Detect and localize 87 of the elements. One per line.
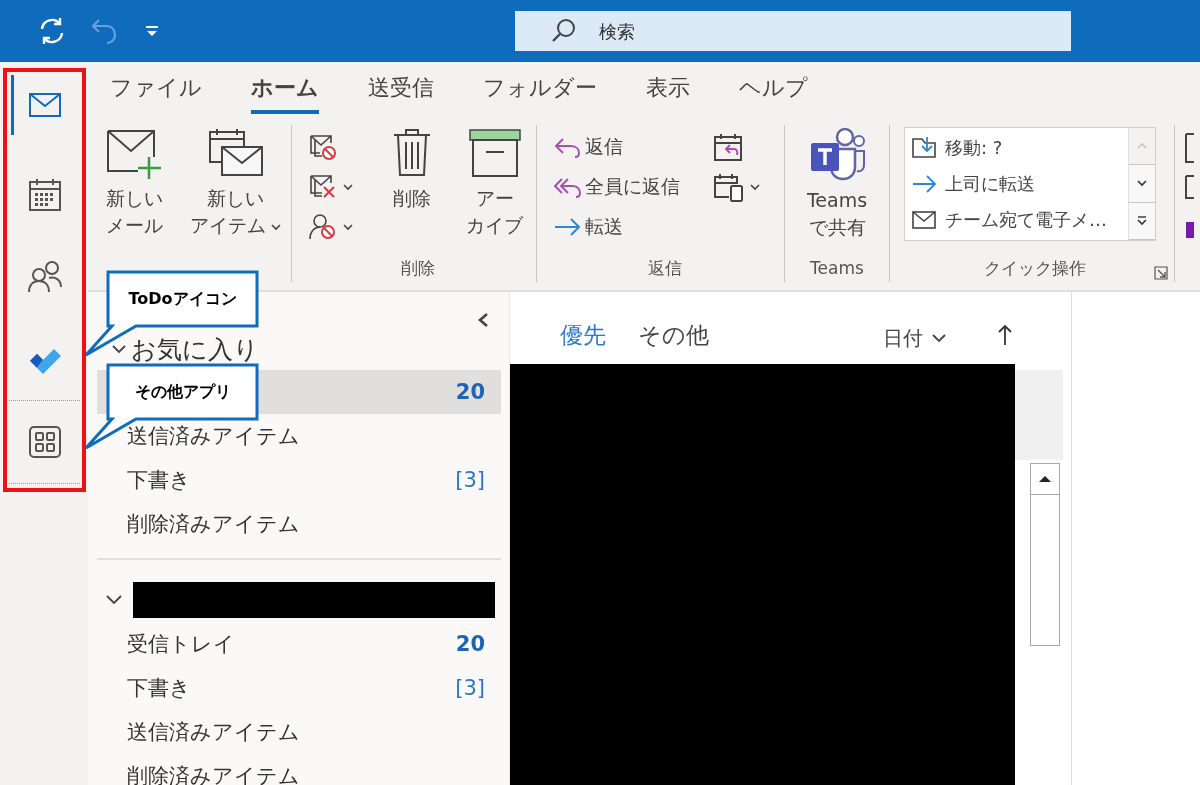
- folder-name: 下書き: [127, 675, 191, 702]
- customize-caret-icon[interactable]: [145, 24, 159, 38]
- collapse-chevron-icon[interactable]: [477, 312, 489, 328]
- group-label: 返信: [647, 256, 682, 280]
- ribbon-tab[interactable]: フォルダー: [483, 65, 597, 114]
- triangle-up-icon: [1038, 475, 1052, 483]
- expand-gallery-button[interactable]: [1129, 202, 1155, 240]
- envelope-block-icon: [308, 133, 338, 161]
- folder-name: 送信済みアイテム: [127, 719, 300, 746]
- ribbon-tab[interactable]: ファイル: [110, 65, 202, 114]
- folder-count: 20: [455, 632, 485, 656]
- button-label: 転送: [585, 214, 623, 239]
- folder-item[interactable]: 下書き [3]: [97, 458, 501, 502]
- inbox-tab[interactable]: その他: [638, 319, 709, 351]
- dialog-launcher-icon[interactable]: [1154, 266, 1168, 280]
- app-grid-icon: [26, 424, 63, 460]
- archive-box-icon: [467, 127, 522, 179]
- group-label: Teams: [810, 258, 864, 278]
- ribbon-button[interactable]: 全員に返信: [553, 174, 695, 200]
- button-label: 返信: [585, 134, 623, 159]
- expand-icon: [1136, 215, 1148, 226]
- caret-icon: [749, 183, 761, 191]
- chevron-down-icon: [111, 343, 127, 355]
- caret-icon: [342, 183, 354, 191]
- arrow-up-icon[interactable]: [997, 324, 1013, 346]
- person-block-icon: [308, 213, 338, 241]
- ribbon-button[interactable]: アー カイブ: [461, 127, 528, 239]
- reply-all-icon: [553, 175, 583, 199]
- favorites-header[interactable]: お気に入り: [97, 328, 501, 370]
- calendar-envelope-icon: [206, 127, 265, 179]
- chevron-down-icon: [931, 333, 947, 343]
- ribbon-button[interactable]: Teams で共有: [793, 127, 881, 241]
- folder-count: [3]: [455, 676, 485, 700]
- folder-name: 下書き: [127, 467, 191, 494]
- trash-icon: [392, 127, 433, 179]
- chevron-up-icon: [1136, 142, 1148, 151]
- folder-item[interactable]: 送信済みアイテム: [97, 414, 501, 458]
- ribbon-button[interactable]: 新しい アイテム: [188, 127, 283, 239]
- ribbon-button[interactable]: 返信: [553, 134, 695, 160]
- search-field[interactable]: 検索: [515, 11, 1071, 51]
- button-label: 新しい メール: [105, 186, 163, 238]
- reply-icon: [553, 135, 583, 159]
- folder-count: [3]: [455, 468, 485, 492]
- button-label: 全員に返信: [585, 174, 680, 199]
- folder-item[interactable]: 下書き [3]: [97, 666, 501, 710]
- chevron-down-icon: [1136, 179, 1148, 188]
- calendar-reply-icon: [713, 132, 745, 162]
- quick-step-label: 移動: ?: [945, 136, 1003, 160]
- folder-item[interactable]: 送信済みアイテム: [97, 710, 501, 754]
- button-label: 新しい アイテム: [189, 185, 282, 239]
- ribbon-button[interactable]: 転送: [553, 214, 695, 240]
- button-label: 削除: [393, 186, 432, 211]
- folder-name: 送信済みアイテム: [127, 423, 300, 450]
- envelope-plus-icon: [105, 127, 164, 179]
- quick-step-item[interactable]: チーム宛て電子メ…: [905, 202, 1128, 238]
- folder-arrow-icon: [911, 135, 937, 161]
- ribbon-tab[interactable]: 表示: [646, 65, 690, 114]
- scrollbar[interactable]: [1030, 463, 1060, 646]
- button-label: Teams で共有: [806, 188, 868, 240]
- folder-name: 受信トレイ: [127, 631, 235, 658]
- calendar-icon: [26, 177, 63, 213]
- search-icon: [551, 18, 577, 44]
- folder-count: 20: [455, 380, 485, 404]
- quick-step-label: チーム宛て電子メ…: [945, 208, 1107, 232]
- quick-step-label: 上司に転送: [945, 172, 1035, 196]
- group-label: 削除: [401, 256, 435, 280]
- scroll-down-button[interactable]: [1129, 165, 1155, 203]
- chevron-down-icon: [105, 594, 123, 606]
- favorites-title: お気に入り: [131, 333, 259, 366]
- teams-logo-icon: [809, 127, 865, 181]
- people-icon: [26, 259, 63, 295]
- ribbon-button[interactable]: 削除: [387, 127, 438, 212]
- quick-step-item[interactable]: 上司に転送: [905, 166, 1128, 202]
- quick-step-item[interactable]: 移動: ?: [905, 130, 1128, 166]
- folder-name: 削除済みアイテム: [127, 511, 300, 538]
- calendar-phone-icon: [713, 172, 745, 202]
- ribbon-tab[interactable]: ヘルプ: [739, 65, 808, 114]
- ribbon-button[interactable]: 新しい メール: [104, 127, 165, 239]
- caret-icon: [342, 223, 354, 231]
- group-label: クイック操作: [984, 256, 1086, 280]
- caret-icon: [269, 222, 282, 231]
- ribbon-tab[interactable]: 送受信: [368, 65, 434, 114]
- folder-item[interactable]: 受信トレイ 20: [97, 622, 501, 666]
- sort-button[interactable]: 日付: [883, 324, 947, 352]
- button-label: アー カイブ: [466, 186, 524, 238]
- folder-item[interactable]: 削除済みアイテム: [97, 502, 501, 546]
- inbox-tab[interactable]: 優先: [560, 319, 606, 351]
